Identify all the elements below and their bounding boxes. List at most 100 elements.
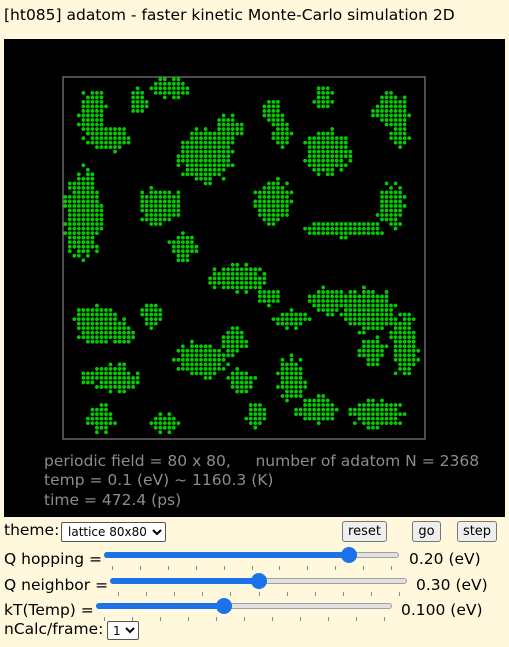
adatom <box>280 371 285 376</box>
adatom <box>262 190 267 195</box>
q-hopping-slider[interactable] <box>104 547 399 570</box>
adatom <box>158 312 163 317</box>
adatom <box>307 231 312 236</box>
adatom <box>212 163 217 168</box>
kt-temp-slider[interactable] <box>96 598 392 621</box>
adatom <box>325 104 330 109</box>
simulation-canvas[interactable]: periodic field = 80 x 80, number of adat… <box>4 39 505 517</box>
adatom <box>307 136 312 140</box>
adatom <box>230 285 235 290</box>
adatom <box>194 357 199 362</box>
slider-tick <box>384 617 385 621</box>
go-button[interactable]: go <box>412 521 441 542</box>
adatom <box>357 330 362 335</box>
adatom <box>72 217 77 222</box>
adatom <box>352 312 357 317</box>
adatom <box>398 204 403 208</box>
slider-thumb[interactable] <box>341 547 357 563</box>
adatom <box>362 231 366 236</box>
adatom <box>366 317 371 321</box>
slider-thumb[interactable] <box>251 573 267 589</box>
adatom <box>380 217 384 222</box>
adatom <box>384 181 389 186</box>
adatom <box>307 403 312 407</box>
adatom <box>384 294 389 299</box>
adatom <box>171 244 176 249</box>
adatom <box>384 299 389 303</box>
adatom <box>248 267 253 272</box>
ncalc-select[interactable]: 1 <box>107 621 139 640</box>
adatom <box>362 290 366 294</box>
adatom <box>362 416 366 421</box>
adatom <box>217 366 222 371</box>
adatom <box>144 312 149 317</box>
temp-text: temp = 0.1 (eV) ~ 1160.3 (K) <box>44 471 274 489</box>
adatom <box>104 376 108 380</box>
adatom <box>99 131 104 136</box>
adatom <box>384 317 389 321</box>
adatom <box>217 145 222 150</box>
adatom <box>99 317 104 321</box>
adatom <box>90 330 95 335</box>
adatom <box>95 109 99 113</box>
adatom <box>149 86 154 91</box>
adatom <box>384 412 389 417</box>
adatom <box>99 122 104 127</box>
adatom <box>393 217 398 222</box>
adatom <box>389 118 393 122</box>
adatom <box>194 127 199 131</box>
adatom <box>280 385 285 389</box>
q-neighbor-slider[interactable] <box>110 573 407 596</box>
adatom <box>85 235 90 240</box>
adatom <box>339 140 344 145</box>
adatom <box>330 416 335 421</box>
adatom <box>81 122 86 127</box>
adatom <box>402 317 407 321</box>
adatom <box>389 403 393 407</box>
adatom <box>398 122 403 127</box>
adatom <box>325 95 330 100</box>
adatom <box>289 357 294 362</box>
adatom <box>411 339 416 344</box>
adatom <box>244 267 249 272</box>
adatom <box>271 190 276 195</box>
adatom <box>212 140 217 145</box>
adatom <box>221 357 226 362</box>
adatom <box>212 353 217 358</box>
adatom <box>334 226 339 231</box>
adatom <box>339 158 344 163</box>
adatom <box>158 317 163 321</box>
adatom <box>393 131 398 136</box>
adatom <box>307 149 312 154</box>
adatom <box>199 353 203 358</box>
step-button[interactable]: step <box>457 521 497 542</box>
adatom <box>366 412 371 417</box>
adatom <box>181 86 185 91</box>
adatom <box>171 81 176 86</box>
adatom <box>99 213 104 217</box>
slider-thumb[interactable] <box>216 598 232 614</box>
adatom <box>176 421 181 426</box>
adatom <box>257 412 262 417</box>
adatom <box>276 199 280 204</box>
adatom <box>330 407 335 412</box>
adatom <box>384 213 389 217</box>
adatom <box>294 376 298 380</box>
adatom <box>411 344 416 349</box>
adatom <box>90 317 95 321</box>
adatom <box>212 362 217 367</box>
adatom <box>212 149 217 154</box>
adatom <box>235 285 240 290</box>
adatom <box>190 136 194 140</box>
adatom <box>375 353 380 358</box>
adatom <box>271 294 276 299</box>
reset-button[interactable]: reset <box>342 521 387 542</box>
adatom <box>199 371 203 376</box>
adatom <box>402 339 407 344</box>
adatom <box>81 371 86 376</box>
adatom <box>411 357 416 362</box>
adatom <box>108 312 113 317</box>
theme-select[interactable]: lattice 80x80 <box>61 522 166 542</box>
adatom <box>208 176 212 181</box>
adatom <box>276 118 280 122</box>
